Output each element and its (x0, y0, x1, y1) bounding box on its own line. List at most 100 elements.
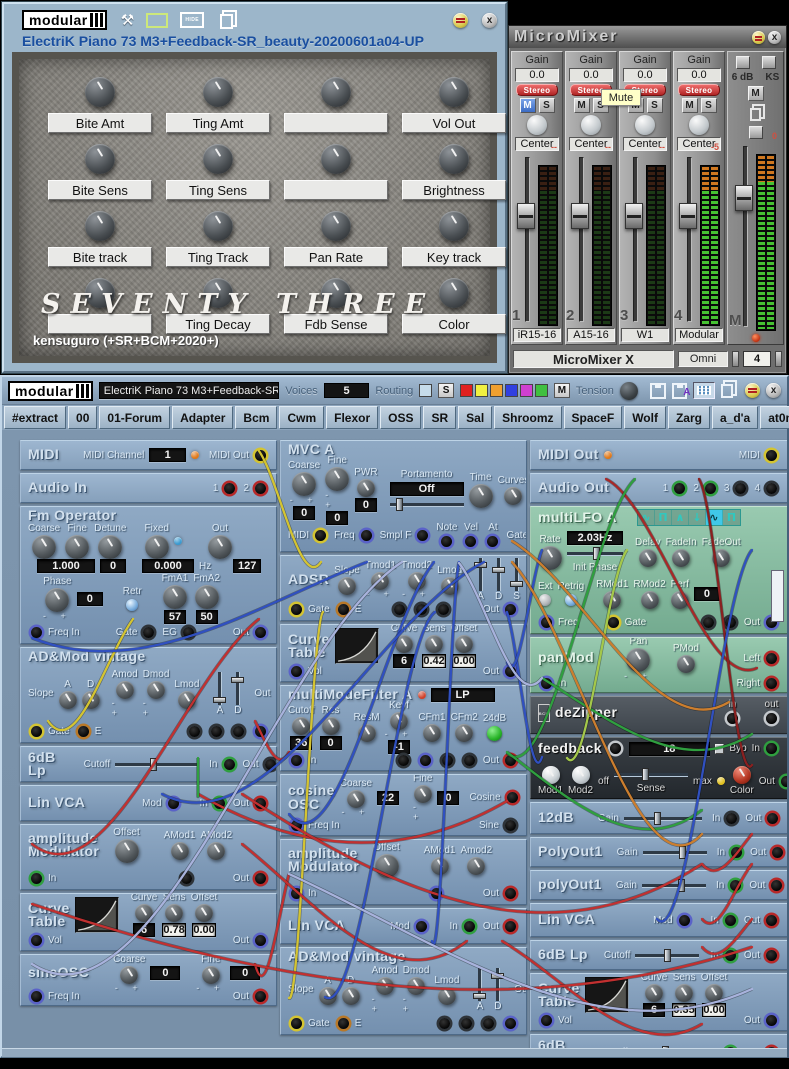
pan-knob[interactable] (527, 115, 547, 135)
res-knob[interactable] (322, 717, 340, 735)
out-knob[interactable] (208, 535, 232, 559)
slope-knob[interactable] (338, 577, 356, 595)
in-port[interactable] (726, 813, 737, 824)
out-port[interactable] (766, 1047, 777, 1049)
slider[interactable] (642, 879, 706, 892)
amod1-knob[interactable] (431, 857, 449, 875)
route-color-swatch[interactable] (460, 384, 473, 397)
slider[interactable] (614, 768, 688, 781)
out-port[interactable] (771, 880, 782, 891)
in-port[interactable] (291, 888, 302, 899)
freq-in-port[interactable] (31, 627, 42, 638)
copy-icon[interactable] (220, 14, 233, 29)
amod-knob[interactable] (116, 681, 134, 699)
1-port[interactable] (224, 483, 235, 494)
gain-value[interactable]: 0.0 (623, 68, 667, 82)
time-knob[interactable] (469, 484, 493, 508)
value-display[interactable]: 0 (77, 592, 103, 606)
1-port[interactable] (674, 483, 685, 494)
out-port[interactable] (255, 935, 266, 946)
resm-knob[interactable] (358, 724, 376, 742)
value-display[interactable]: 0 (230, 966, 260, 980)
in-port[interactable] (291, 755, 302, 766)
freq-in-port[interactable] (31, 991, 42, 1002)
round-button[interactable] (539, 594, 551, 606)
out-port[interactable] (505, 755, 516, 766)
gate-port[interactable] (143, 627, 154, 638)
route-color-swatch[interactable] (475, 384, 488, 397)
value-display[interactable]: 0.000 (142, 559, 194, 573)
port-port[interactable] (416, 604, 427, 615)
amod1-knob[interactable] (171, 842, 189, 860)
vslider[interactable] (492, 558, 505, 591)
fine-knob[interactable] (65, 535, 89, 559)
module-lin-vca[interactable]: Lin VCAModInOut (20, 785, 277, 821)
solo-button[interactable]: S (701, 98, 717, 113)
in-port[interactable] (725, 915, 736, 926)
tab-cwm[interactable]: Cwm (279, 406, 324, 429)
knob-value[interactable]: 36 (290, 736, 312, 750)
tab-shroomz[interactable]: Shroomz (494, 406, 561, 429)
midi-out-port[interactable] (255, 450, 266, 461)
stereo-badge[interactable]: Stereo (678, 84, 720, 96)
tmod2-knob[interactable] (408, 572, 426, 590)
tension-knob[interactable] (620, 382, 638, 400)
module-6db-lp[interactable]: 6dB LpCutoffInOut (530, 940, 787, 970)
copy-icon[interactable] (721, 384, 733, 398)
value-display[interactable]: 18 (629, 742, 710, 756)
fma2-knob[interactable] (195, 585, 219, 609)
cutoff-knob[interactable] (292, 717, 310, 735)
master-fader[interactable] (735, 144, 753, 331)
module-amplitude-modulator[interactable]: amplitude ModulatorOffsetAMod1Amod2InOut (280, 839, 527, 905)
mute-button[interactable]: M (520, 98, 536, 113)
midi-port[interactable] (766, 450, 777, 461)
mixer-omni-field[interactable]: Omni (678, 351, 728, 367)
module-mvc-a[interactable]: MVC ACoarse- +0Fine- +0PWR0PortamentoOff… (280, 440, 527, 552)
out-port[interactable] (772, 847, 783, 858)
freq-in-port[interactable] (291, 820, 302, 831)
tab-sal[interactable]: Sal (458, 406, 492, 429)
waveform-2-icon[interactable]: ∧ (672, 510, 689, 525)
channel-name[interactable]: W1 (621, 328, 669, 342)
port-port[interactable] (703, 617, 714, 628)
curves-knob[interactable] (504, 487, 522, 505)
at-port[interactable] (487, 536, 498, 547)
channel-fader[interactable] (625, 155, 643, 326)
lmod-knob[interactable] (178, 691, 196, 709)
vol-port[interactable] (541, 1015, 552, 1026)
solo-button[interactable]: S (647, 98, 663, 113)
curve-knob[interactable] (135, 904, 153, 922)
port-port[interactable] (420, 755, 431, 766)
hide-button[interactable]: HIDE (180, 12, 204, 28)
color-knob[interactable] (439, 278, 469, 308)
channel-fader[interactable] (679, 155, 697, 326)
value-display[interactable]: 22 (377, 791, 399, 805)
route-color-swatch[interactable] (520, 384, 533, 397)
mixer-name-field[interactable]: MicroMixer X (513, 350, 674, 368)
bite-sens-knob[interactable] (85, 144, 115, 174)
d-knob[interactable] (342, 987, 360, 1005)
port-port[interactable] (438, 604, 449, 615)
module-panmod[interactable]: panModPan- +PModLeftInRight (530, 637, 787, 693)
save-as-icon[interactable] (672, 383, 688, 399)
vslider[interactable] (491, 968, 504, 1001)
value-display[interactable]: 0 (694, 587, 720, 601)
module-dezipper[interactable]: BCMdeZipperinout (530, 696, 787, 734)
value-display[interactable]: Off (390, 482, 464, 496)
freq-port[interactable] (541, 617, 552, 628)
d-knob[interactable] (82, 691, 100, 709)
waveform-4-icon[interactable]: ∿ (706, 510, 723, 525)
pan-knob[interactable] (626, 648, 650, 672)
route-color-none[interactable] (419, 384, 432, 397)
coarse-knob[interactable] (347, 790, 365, 808)
vslider[interactable] (474, 558, 487, 591)
out-port[interactable] (255, 627, 266, 638)
out-port[interactable] (766, 915, 777, 926)
port-port[interactable] (431, 888, 442, 899)
lmod-knob[interactable] (438, 987, 456, 1005)
in-port[interactable] (541, 678, 552, 689)
channel-fader[interactable] (517, 155, 535, 326)
tab-extract[interactable]: #extract (4, 406, 66, 429)
waveform-3-icon[interactable]: ↓ (689, 510, 706, 525)
cfm2-knob[interactable] (455, 724, 473, 742)
